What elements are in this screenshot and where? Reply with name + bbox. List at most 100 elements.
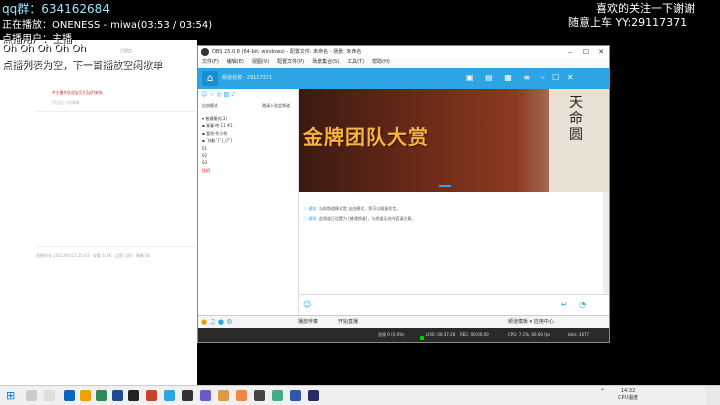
header-toolbar: ▣ ▤ ▦ ≡ – ☐ ✕	[466, 73, 574, 82]
scrollbar[interactable]	[603, 192, 609, 294]
channel-tree: ▾ 普通模式(3) ▪ 青春·咚 11 #1 ▪ 冒泡·冬小秀 ▪ 飞蛾(ˇ?ˇ…	[202, 115, 233, 174]
menu-bar: 文件(F) 编辑(E) 视图(V) 配置文件(P) 场景集合(S) 工具(T) 帮助(H)	[198, 58, 609, 68]
shop-icon[interactable]: ▤	[485, 73, 493, 82]
notice-text: 当前频道模式是 自由模式，您可以随意发言。	[318, 206, 401, 211]
menu-tools[interactable]: 工具(T)	[347, 59, 364, 65]
chrome-icon[interactable]	[96, 390, 107, 401]
music-icon[interactable]: ♪	[231, 91, 235, 98]
search-icon[interactable]	[26, 390, 37, 401]
system-tray[interactable]: ⌃	[600, 388, 605, 395]
sub-channel[interactable]: 02	[202, 152, 233, 159]
edge-icon[interactable]	[64, 390, 75, 401]
obs-titlebar[interactable]: OBS 25.0.8 (64-bit, windows) - 配置文件: 未命名…	[198, 46, 609, 58]
play-accompaniment-button[interactable]: 播放伴奏	[298, 318, 318, 325]
menu-profile[interactable]: 配置文件(P)	[277, 59, 304, 65]
menu-edit[interactable]: 编辑(E)	[227, 59, 244, 65]
mode-select[interactable]: 自由模式	[202, 103, 218, 109]
app-icon[interactable]	[218, 390, 229, 401]
menu-view[interactable]: 视图(V)	[252, 59, 269, 65]
now-playing-label: 正在播放：ONENESS - miwa(03:53 / 03:54)	[2, 20, 213, 31]
window-title: OBS 25.0.8 (64-bit, windows) - 配置文件: 未命名…	[212, 49, 362, 55]
chat-message: #主播#欢迎宝贝们[gif]来啦	[52, 90, 103, 95]
notice-label: 通知:	[308, 206, 318, 211]
steam-icon[interactable]	[128, 390, 139, 401]
notice-line: ⓘ 通知: 此频道已设置为 [普通频道]，与频道无关内容请注意。	[303, 216, 415, 222]
channel-template-menu[interactable]: 频道模板 ▾ 应用中心	[508, 318, 554, 325]
yy-client-preview: ⌂ 频道名称 · 29117371 ▣ ▤ ▦ ≡ – ☐ ✕ ☺ ☆ ◎ ▨ …	[198, 68, 609, 329]
idle-channel[interactable]: 挂机	[202, 167, 233, 174]
qq-group-label: qq群：634162684	[2, 2, 110, 16]
minimize-icon[interactable]: –	[541, 73, 545, 82]
maximize-button[interactable]: ☐	[579, 46, 593, 58]
mic-icon[interactable]: ●	[218, 318, 224, 326]
close-button[interactable]: ✕	[594, 46, 608, 58]
member-item[interactable]: ▪ 飞蛾(ˇ?ˇ)_(?ˇ)	[202, 137, 233, 144]
send-icon[interactable]: ↵	[561, 300, 568, 309]
promo-banner[interactable]: 金牌团队大赏 天命圆	[299, 89, 609, 192]
speaker-icon[interactable]: ♫	[209, 318, 215, 326]
clock-sub: CPU温度	[618, 395, 639, 401]
chat-input[interactable]: ☺ ↵ ◔	[299, 294, 609, 316]
minimize-button[interactable]: –	[563, 46, 577, 58]
emoji-icon[interactable]: ☺	[303, 300, 311, 309]
member-item[interactable]: ▪ 冒泡·冬小秀	[202, 130, 233, 137]
chat-message: [欢迎]一起嗨嗨	[52, 100, 80, 105]
menu-help[interactable]: 帮助(H)	[372, 59, 390, 65]
grid-icon[interactable]: ▦	[504, 73, 512, 82]
invite-link[interactable]: 邀请入驻此频道	[262, 103, 290, 109]
app-icon[interactable]	[146, 390, 157, 401]
sidebar-tools: ☺ ☆ ◎ ▨ ♪	[201, 91, 235, 98]
app-icon[interactable]	[272, 390, 283, 401]
maximize-icon[interactable]: ☐	[552, 73, 559, 82]
obs-icon[interactable]	[182, 390, 193, 401]
show-desktop-button[interactable]	[706, 386, 720, 405]
member-item[interactable]: ▪ 青春·咚 11 #1	[202, 122, 233, 129]
send-options-icon[interactable]: ◔	[579, 300, 586, 309]
channel-sidebar: ☺ ☆ ◎ ▨ ♪ 自由模式 邀请入驻此频道 ▾ 普通模式(3) ▪ 青春·咚 …	[198, 89, 299, 315]
sub-channel[interactable]: 03	[202, 159, 233, 166]
lock-label: 已锁定	[120, 48, 132, 53]
clock[interactable]: 14:32 CPU温度	[618, 388, 638, 402]
info-icon: ⓘ	[303, 206, 307, 211]
carousel-indicator[interactable]	[439, 185, 451, 187]
start-live-button[interactable]: 开始直播	[338, 318, 358, 325]
task-view-icon[interactable]	[44, 390, 55, 401]
star-icon[interactable]: ☆	[209, 91, 214, 98]
dropped-frames: 丢帧 0 (0.0%)	[378, 332, 405, 337]
channel-group[interactable]: ▾ 普通模式(3)	[202, 115, 233, 122]
channel-icon[interactable]: ▣	[466, 73, 474, 82]
file-explorer-icon[interactable]	[80, 390, 91, 401]
close-icon[interactable]: ✕	[567, 73, 574, 82]
home-icon[interactable]: ⌂	[202, 71, 218, 86]
people-icon[interactable]: ☺	[201, 91, 207, 98]
gift-icon[interactable]: ▨	[224, 91, 230, 98]
room-title: 频道名称 · 29117371	[222, 75, 273, 81]
chat-area: ⓘ 通知: 当前频道模式是 自由模式，您可以随意发言。 ⓘ 通知: 此频道已设置…	[299, 192, 609, 294]
menu-scene-collection[interactable]: 场景集合(S)	[312, 59, 339, 65]
start-icon[interactable]: ⊞	[6, 389, 19, 402]
settings-icon[interactable]: ⚙	[226, 318, 232, 326]
app-icon[interactable]	[200, 390, 211, 401]
app-icon[interactable]	[308, 390, 319, 401]
windows-taskbar: ⊞ ⌃ 14:32 CPU温度	[0, 385, 720, 405]
notice-line: ⓘ 通知: 当前频道模式是 自由模式，您可以随意发言。	[303, 206, 400, 212]
app-icon[interactable]	[254, 390, 265, 401]
app-icon[interactable]	[112, 390, 123, 401]
app-icon[interactable]	[236, 390, 247, 401]
queue-status-label: 点播列表为空，下一首播放空闲歌单	[2, 60, 162, 71]
notice-label: 通知:	[308, 216, 318, 221]
divider	[36, 111, 196, 112]
clock-time: 14:32	[620, 388, 636, 394]
app-icon[interactable]	[290, 390, 301, 401]
toolbar-left: ● ♫ ● ⚙	[201, 318, 232, 326]
stream-stats: 直播时长 2021/06/15 25:03 · 观看 6.3K · 点赞 184…	[36, 253, 151, 258]
sub-channel[interactable]: 01	[202, 145, 233, 152]
yy-channel-label: 随意上车 YY:29117371	[568, 16, 688, 29]
menu-file[interactable]: 文件(F)	[202, 59, 219, 65]
info-icon: ⓘ	[303, 216, 307, 221]
location-icon[interactable]: ◎	[217, 91, 222, 98]
avatar-icon[interactable]: ●	[201, 318, 207, 326]
rec-time: REC: 00:00:00	[460, 332, 489, 337]
menu-icon[interactable]: ≡	[523, 73, 530, 82]
yy-icon[interactable]	[164, 390, 175, 401]
